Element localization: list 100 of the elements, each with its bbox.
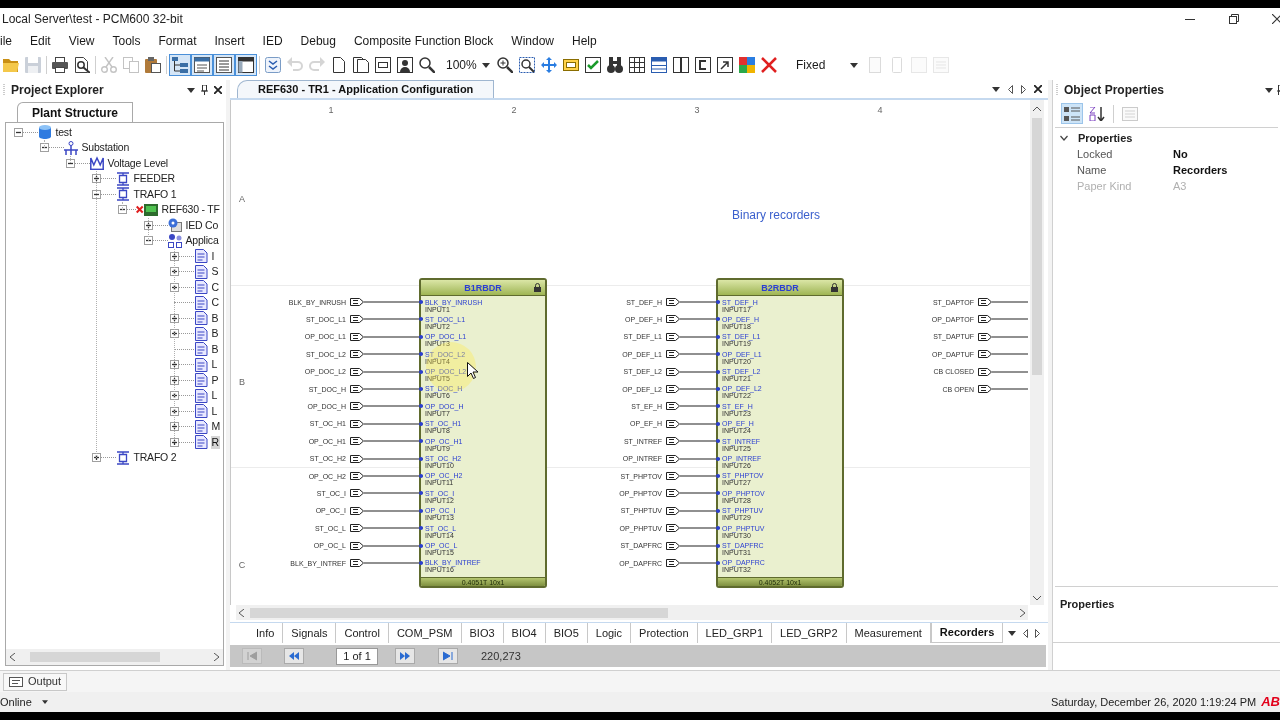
tree-item[interactable]: test	[54, 125, 73, 139]
collapse-icon[interactable]	[39, 143, 49, 153]
tree-item[interactable]: TRAFO 2	[132, 451, 178, 465]
sheet-tab[interactable]: BIO4	[503, 623, 546, 643]
pin-icon[interactable]	[201, 85, 208, 95]
toolbar-button[interactable]	[49, 54, 71, 76]
toolbar-button[interactable]	[604, 54, 626, 76]
menu-item[interactable]: View	[68, 32, 95, 50]
tree-item[interactable]: R	[210, 435, 220, 449]
minimize-icon[interactable]	[1185, 18, 1195, 20]
previous-icon[interactable]	[1008, 84, 1013, 94]
property-group-label[interactable]: Properties	[1078, 129, 1133, 147]
tree-item[interactable]: FEEDER	[132, 172, 176, 186]
sheet-tab[interactable]: Info	[248, 623, 284, 643]
function-block[interactable]	[419, 278, 547, 588]
sheet-tab[interactable]: Logic	[587, 623, 632, 643]
tree-item[interactable]: Applica	[184, 234, 220, 248]
output-tab[interactable]: Output	[3, 672, 68, 691]
pin-icon[interactable]	[1277, 85, 1280, 95]
toolbar-button[interactable]	[648, 54, 670, 76]
tree-item[interactable]: M	[210, 420, 222, 434]
expand-icon[interactable]	[169, 329, 179, 339]
tree-item[interactable]: Substation	[80, 141, 131, 155]
scroll-down-icon[interactable]	[1033, 596, 1041, 601]
collapse-icon[interactable]	[65, 158, 75, 168]
tree-item[interactable]: IED Co	[184, 218, 220, 232]
horizontal-scrollbar[interactable]	[6, 649, 223, 665]
dropdown-caret-icon[interactable]	[992, 86, 1000, 92]
close-icon[interactable]	[214, 86, 222, 94]
expand-icon[interactable]	[91, 174, 101, 184]
property-value[interactable]: Recorders	[1173, 161, 1228, 179]
menu-item[interactable]: Format	[158, 32, 197, 50]
toolbar-button[interactable]	[394, 54, 416, 76]
caret-down-icon[interactable]	[482, 62, 490, 68]
toolbar-button[interactable]	[235, 54, 257, 76]
expand-icon[interactable]	[169, 437, 179, 447]
expand-icon[interactable]	[169, 406, 179, 416]
vertical-scrollbar[interactable]	[1030, 100, 1044, 605]
sheet-tab[interactable]: COM_PSM	[388, 623, 462, 643]
toolbar-button[interactable]	[494, 54, 516, 76]
expand-icon[interactable]	[169, 391, 179, 401]
collapse-icon[interactable]	[13, 127, 23, 137]
next-icon[interactable]	[1035, 628, 1040, 638]
expand-icon[interactable]	[169, 375, 179, 385]
scroll-up-icon[interactable]	[1033, 106, 1041, 111]
sheet-tab[interactable]: BIO3	[461, 623, 504, 643]
sheet-tab[interactable]: Protection	[631, 623, 698, 643]
chevron-down-icon[interactable]	[1060, 134, 1068, 142]
property-value[interactable]: No	[1173, 145, 1188, 163]
scroll-right-icon[interactable]	[1020, 608, 1025, 617]
sheet-tab[interactable]: BIO5	[545, 623, 588, 643]
pager-button[interactable]	[438, 648, 458, 664]
expand-icon[interactable]	[143, 220, 153, 230]
toolbar-button[interactable]	[670, 54, 692, 76]
tree-item[interactable]: L	[210, 358, 219, 372]
tree-item[interactable]: C	[210, 296, 220, 310]
dropdown-caret-icon[interactable]	[1008, 630, 1016, 636]
page-field[interactable]: 1 of 1	[336, 647, 378, 665]
scrollbar-thumb[interactable]	[30, 652, 160, 662]
toolbar-button[interactable]	[516, 54, 538, 76]
sheet-tab[interactable]: Measurement	[846, 623, 931, 643]
dropdown[interactable]: 100%	[438, 55, 494, 75]
expand-icon[interactable]	[169, 360, 179, 370]
toolbar-button[interactable]	[262, 54, 284, 76]
toolbar-button[interactable]	[582, 54, 604, 76]
menu-item[interactable]: Edit	[30, 32, 51, 50]
dropdown-caret-icon[interactable]	[1265, 87, 1273, 93]
pager-button[interactable]	[395, 648, 415, 664]
close-icon[interactable]	[1272, 14, 1280, 24]
sheet-tab[interactable]: Recorders	[930, 623, 1004, 643]
tree-item[interactable]: I	[210, 249, 216, 263]
sheet-tab[interactable]: Signals	[283, 623, 337, 643]
next-icon[interactable]	[1021, 84, 1026, 94]
menu-item[interactable]: IED	[262, 32, 283, 50]
toolbar-button[interactable]	[416, 54, 438, 76]
dropdown-caret-icon[interactable]	[187, 87, 195, 93]
expand-icon[interactable]	[169, 422, 179, 432]
toolbar-button[interactable]	[191, 54, 213, 76]
menu-item[interactable]: Help	[572, 32, 597, 50]
close-icon[interactable]	[1034, 85, 1042, 93]
toolbar-button[interactable]	[142, 54, 164, 76]
sheet-tab[interactable]: LED_GRP1	[697, 623, 773, 643]
menu-item[interactable]: Debug	[300, 32, 336, 50]
scrollbar-thumb[interactable]	[1032, 118, 1042, 375]
menu-item[interactable]: ile	[0, 32, 12, 50]
tree-item[interactable]: P	[210, 373, 220, 387]
document-tab[interactable]: REF630 - TR1 - Application Configuration	[237, 80, 495, 98]
tree-item[interactable]: L	[210, 389, 219, 403]
pager-button[interactable]	[284, 648, 304, 664]
tree-item[interactable]: B	[210, 327, 220, 341]
dropdown-caret-icon[interactable]	[41, 700, 48, 704]
toolbar-button[interactable]	[1061, 103, 1083, 124]
sheet-tab[interactable]: Control	[336, 623, 389, 643]
expand-icon[interactable]	[91, 453, 101, 463]
menu-item[interactable]: Insert	[214, 32, 245, 50]
tree-item[interactable]: B	[210, 342, 220, 356]
toolbar-button[interactable]	[692, 54, 714, 76]
toolbar-button[interactable]	[714, 54, 736, 76]
sheet-tab[interactable]: LED_GRP2	[772, 623, 847, 643]
menu-item[interactable]: Window	[511, 32, 555, 50]
